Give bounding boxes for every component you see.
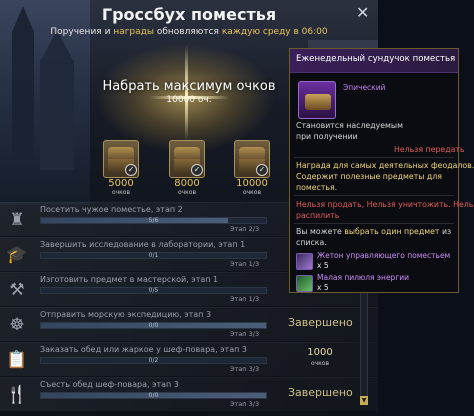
reward-option[interactable]: Малая пилюля энергии x 5	[296, 273, 456, 295]
choose-text-part: Вы можете	[296, 227, 342, 236]
scroll-down-icon[interactable]: ▼	[360, 396, 368, 405]
tooltip-description: Содержит полезные предметы для	[296, 172, 442, 181]
milestone-points-label: очков	[242, 189, 262, 196]
checkmark-icon: ✓	[125, 164, 137, 176]
quest-stage: Этап 3/3	[230, 330, 260, 338]
quest-reward: 1000 очков	[290, 347, 350, 369]
quest-row[interactable]: 🍴 Съесть обед шеф-повара, этап 3 0/0 Эта…	[0, 377, 378, 411]
tooltip-divider	[294, 223, 454, 224]
checkmark-icon: ✓	[256, 164, 268, 176]
milestone-chest-icon[interactable]: ✓	[103, 140, 139, 178]
restriction-no-sell: Нельзя продать	[296, 200, 362, 209]
quest-row[interactable]: 📋 Заказать обед или жаркое у шеф-повара,…	[0, 342, 378, 376]
tooltip-description: Награда для самых деятельных феодалов.	[296, 161, 474, 170]
reward-option-name: Малая пилюля энергии	[317, 273, 410, 282]
quest-completed-status: Завершено	[288, 316, 353, 329]
quest-progress-text: 0/0	[148, 392, 159, 399]
ship-wheel-icon: ☸	[9, 315, 25, 335]
quest-progress-text: 5/6	[148, 217, 159, 224]
quest-progress-text: 0/2	[148, 357, 159, 364]
tools-icon: ⚒	[9, 280, 25, 300]
quest-stage: Этап 1/3	[230, 260, 260, 268]
choose-text-highlight: выбрать один предмет	[344, 227, 440, 236]
refresh-notice-rewards: награды	[113, 27, 154, 37]
quest-stage: Этап 1/3	[230, 295, 260, 303]
tooltip-title: Еженедельный сундучок поместья	[296, 54, 456, 64]
tooltip-bind-text: при получении	[296, 132, 358, 141]
milestone-points-label: очков	[111, 189, 131, 196]
quest-progress-bar: 0/2	[40, 357, 267, 364]
clipboard-icon: 📋	[6, 350, 28, 370]
weekly-chest-icon	[298, 81, 336, 119]
quest-reward-points: 1000	[307, 347, 333, 358]
quest-stage: Этап 3/3	[230, 400, 260, 408]
quest-progress-text: 0/0	[148, 322, 159, 329]
checkmark-icon: ✓	[191, 164, 203, 176]
quest-stage: Этап 3/3	[230, 365, 260, 373]
reward-option-name: Жетон управляющего поместьем	[317, 251, 451, 260]
quest-progress-text: 0/1	[148, 252, 159, 259]
refresh-notice: Поручения и награды обновляются каждую с…	[0, 27, 378, 37]
castle-icon: ♜	[9, 210, 25, 230]
reward-option[interactable]: Жетон управляющего поместьем x 5	[296, 251, 456, 273]
milestone-chest-icon[interactable]: ✓	[234, 140, 270, 178]
quest-progress-bar: 5/6	[40, 217, 267, 224]
cutlery-icon: 🍴	[6, 385, 28, 405]
quest-name: Изготовить предмет в мастерской, этап 1	[40, 275, 219, 284]
quest-progress-bar: 0/1	[40, 252, 267, 259]
milestone-points: 10000	[236, 178, 268, 189]
quest-name: Посетить чужое поместье, этап 2	[40, 205, 183, 214]
chest-tooltip: Еженедельный сундучок поместья Эпический…	[289, 48, 474, 295]
quest-progress-bar: 0/5	[40, 287, 267, 294]
quest-progress-bar: 0/0	[40, 322, 267, 329]
tooltip-choose-text: списка.	[296, 238, 327, 247]
restriction-no-saw: Нельзя	[453, 200, 474, 209]
reward-option-quantity: x 5	[317, 261, 329, 270]
choose-text-part: из	[441, 227, 452, 236]
tooltip-restrictions: Нельзя продать, Нельзя уничтожить. Нельз…	[296, 199, 474, 210]
quest-row[interactable]: ☸ Отправить морскую экспедицию, этап 3 0…	[0, 307, 378, 341]
refresh-notice-schedule: каждую среду в 06:00	[221, 27, 328, 37]
tooltip-restrictions: распилить	[296, 211, 340, 220]
milestone-points-label: очков	[177, 189, 197, 196]
quest-progress-bar: 0/0	[40, 392, 267, 399]
graduation-cap-icon: 🎓	[6, 245, 28, 265]
tooltip-divider	[294, 195, 454, 196]
tooltip-choose-text: Вы можете выбрать один предмет из	[296, 226, 451, 237]
quest-name: Заказать обед или жаркое у шеф-повара, э…	[40, 345, 247, 354]
quest-name: Завершить исследование в лаборатории, эт…	[40, 240, 246, 249]
close-icon[interactable]: ✕	[356, 3, 369, 22]
tooltip-description: поместья.	[296, 183, 338, 192]
refresh-notice-part: Поручения и	[50, 27, 111, 37]
quest-progress-text: 0/5	[148, 287, 159, 294]
milestone-points: 8000	[174, 178, 200, 189]
potion-icon	[296, 275, 313, 292]
refresh-notice-part: обновляются	[156, 27, 219, 37]
quest-name: Отправить морскую экспедицию, этап 3	[40, 310, 212, 319]
milestone-chest-icon[interactable]: ✓	[169, 140, 205, 178]
token-icon	[296, 253, 313, 270]
tooltip-header: Еженедельный сундучок поместья	[290, 49, 458, 73]
restriction-no-destroy: Нельзя уничтожить	[366, 200, 449, 209]
quest-name: Съесть обед шеф-повара, этап 3	[40, 380, 179, 389]
quest-stage: Этап 2/3	[230, 225, 260, 233]
tooltip-divider	[294, 157, 454, 158]
tooltip-bind-text: Становится наследуемым	[296, 121, 403, 130]
tooltip-rarity: Эпический	[343, 83, 386, 92]
tooltip-no-transfer: Нельзя передать	[394, 145, 465, 154]
milestone-points: 5000	[108, 178, 134, 189]
quest-completed-status: Завершено	[288, 386, 353, 399]
window-title: Гроссбух поместья	[101, 5, 277, 24]
reward-option-quantity: x 5	[317, 283, 329, 292]
quest-reward-label: очков	[310, 360, 330, 367]
